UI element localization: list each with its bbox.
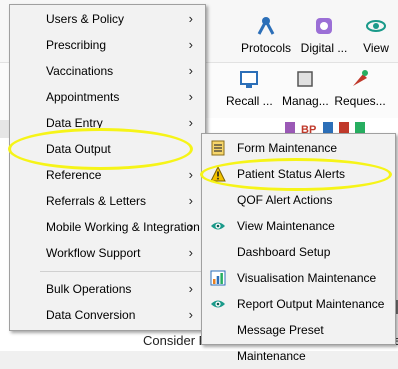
menu-item-bulk-operations[interactable]: Bulk Operations ›	[10, 276, 205, 302]
menu-item-label: Data Conversion	[46, 308, 136, 322]
form-document-icon	[211, 140, 225, 156]
submenu-arrow-icon: ›	[188, 11, 193, 26]
submenu-arrow-icon: ›	[188, 193, 193, 208]
submenu-item-visualisation-maintenance[interactable]: Visualisation Maintenance	[202, 265, 395, 291]
menu-item-appointments[interactable]: Appointments ›	[10, 84, 205, 110]
submenu-arrow-icon: ›	[188, 245, 193, 260]
submenu-item-patient-status-alerts[interactable]: Patient Status Alerts	[202, 161, 395, 187]
menu-item-vaccinations[interactable]: Vaccinations ›	[10, 58, 205, 84]
menu-item-label: Workflow Support	[46, 246, 141, 260]
submenu-item-label: Visualisation Maintenance	[237, 271, 377, 285]
menu-item-label: Appointments	[46, 90, 120, 104]
submenu-item-label: Dashboard Setup	[237, 245, 331, 259]
protocols-button[interactable]: Protocols	[241, 15, 291, 55]
submenu-item-qof-alert-actions[interactable]: QOF Alert Actions	[202, 187, 395, 213]
submenu-arrow-icon: ›	[188, 37, 193, 52]
menu-item-data-conversion[interactable]: Data Conversion ›	[10, 302, 205, 328]
menu-item-label: Prescribing	[46, 38, 107, 52]
request-icon	[353, 70, 368, 86]
submenu-arrow-icon: ›	[188, 167, 193, 182]
submenu-arrow-icon: ›	[188, 89, 193, 104]
submenu-item-label: Patient Status Alerts	[237, 167, 346, 181]
menu-item-label: Bulk Operations	[46, 282, 132, 296]
view-button[interactable]: View	[358, 15, 394, 55]
submenu-item-report-output-maintenance[interactable]: Report Output Maintenance	[202, 291, 395, 317]
menu-separator	[40, 271, 203, 272]
menu-item-label: Vaccinations	[46, 64, 114, 78]
submenu-item-message-preset-maintenance[interactable]: Message Preset Maintenance	[202, 317, 395, 363]
data-output-submenu: Form Maintenance Patient Status Alerts Q…	[201, 133, 396, 363]
warning-icon	[210, 166, 226, 182]
visualisation-icon	[210, 270, 226, 286]
menu-item-referrals-letters[interactable]: Referrals & Letters ›	[10, 188, 205, 214]
menu-item-label: Mobile Working & Integration	[46, 220, 200, 234]
submenu-item-dashboard-setup[interactable]: Dashboard Setup	[202, 239, 395, 265]
request-button[interactable]: Reques...	[334, 68, 386, 108]
menu-item-label: Data Output	[46, 142, 111, 156]
menu-item-users-policy[interactable]: Users & Policy ›	[10, 6, 205, 32]
menu-item-reference[interactable]: Reference ›	[10, 162, 205, 188]
menu-item-data-entry[interactable]: Data Entry ›	[10, 110, 205, 136]
submenu-item-label: Report Output Maintenance	[237, 297, 385, 311]
main-context-menu: Users & Policy › Prescribing › Vaccinati…	[9, 4, 206, 331]
submenu-item-label: Form Maintenance	[237, 141, 338, 155]
submenu-item-label: Message Preset Maintenance	[237, 323, 324, 363]
menu-item-prescribing[interactable]: Prescribing ›	[10, 32, 205, 58]
submenu-arrow-icon: ›	[188, 281, 193, 296]
menu-item-label: Reference	[46, 168, 102, 182]
eye-icon	[211, 300, 225, 308]
submenu-arrow-icon: ›	[188, 219, 193, 234]
submenu-arrow-icon: ›	[188, 307, 193, 322]
menu-item-workflow-support[interactable]: Workflow Support ›	[10, 240, 205, 266]
submenu-item-label: QOF Alert Actions	[237, 193, 333, 207]
manage-button[interactable]: Manag...	[282, 68, 329, 108]
menu-item-label: Referrals & Letters	[46, 194, 147, 208]
digital-icon	[316, 18, 332, 34]
submenu-item-label: View Maintenance	[237, 219, 335, 233]
submenu-item-form-maintenance[interactable]: Form Maintenance	[202, 135, 395, 161]
menu-item-mobile-working[interactable]: Mobile Working & Integration ›	[10, 214, 205, 240]
recall-icon	[240, 71, 258, 88]
menu-item-label: Data Entry	[46, 116, 103, 130]
menu-item-label: Users & Policy	[46, 12, 125, 26]
eye-icon	[211, 222, 225, 230]
protocols-icon	[257, 17, 275, 35]
eye-icon	[366, 20, 386, 32]
recall-button[interactable]: Recall ...	[226, 68, 273, 108]
submenu-arrow-icon: ›	[188, 115, 193, 130]
manage-icon	[297, 71, 313, 87]
submenu-arrow-icon: ›	[188, 63, 193, 78]
submenu-item-view-maintenance[interactable]: View Maintenance	[202, 213, 395, 239]
digital-button[interactable]: Digital ...	[300, 15, 348, 55]
menu-item-data-output[interactable]: Data Output	[10, 136, 205, 162]
